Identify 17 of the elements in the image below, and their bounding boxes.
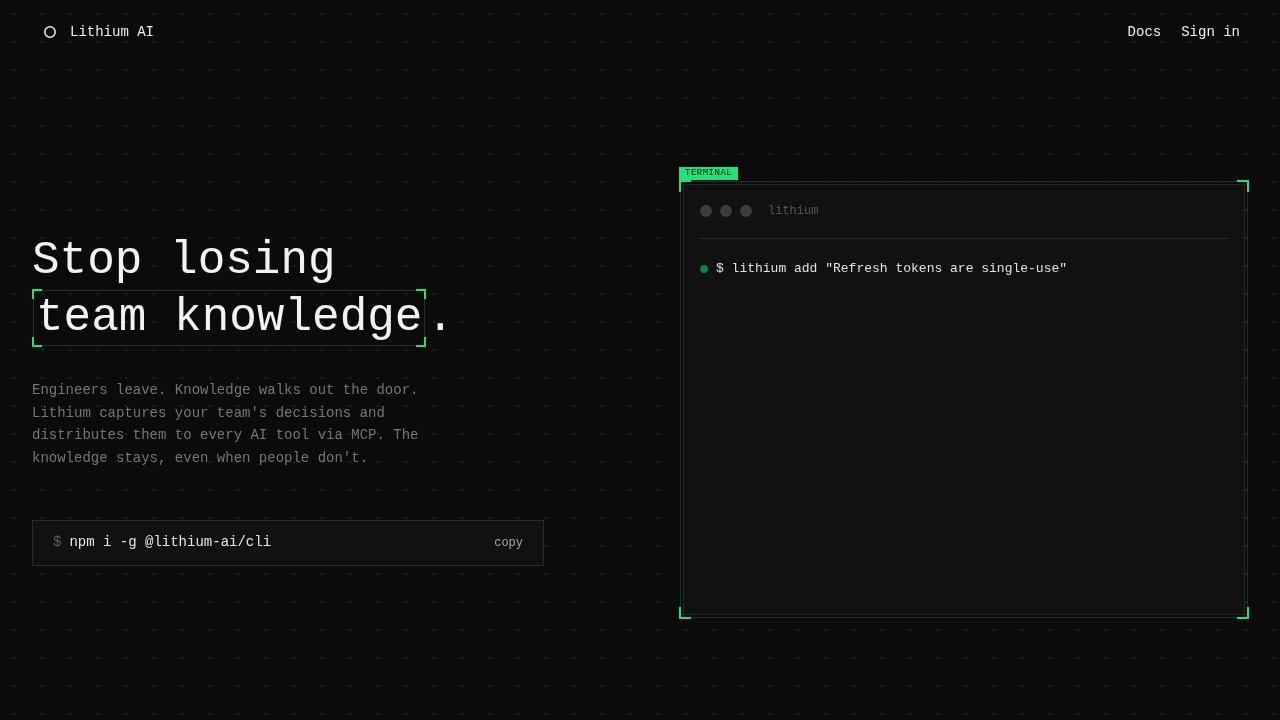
terminal-tag: TERMINAL <box>679 167 739 180</box>
framed-heading-text: team knowledge <box>32 289 427 347</box>
hero-description: Engineers leave. Knowledge walks out the door. Lithium captures your team's decisions and distributes them to every AI tool via MCP. The knowledge stays, even when people don't. <box>32 381 420 469</box>
circle-icon <box>44 26 56 38</box>
copy-button[interactable]: copy <box>494 533 523 552</box>
window-control-icon <box>700 205 712 217</box>
terminal-command: $ lithium add "Refresh tokens are single-use" <box>716 260 1068 278</box>
window-control-icon <box>720 205 732 217</box>
terminal-title: lithium <box>768 203 819 220</box>
nav-link[interactable]: Sign in <box>1181 21 1240 43</box>
window-control-icon <box>740 205 752 217</box>
prompt-sign: $ <box>53 533 62 553</box>
brand-link[interactable]: Lithium AI <box>44 21 154 43</box>
install-command: npm i -g @lithium-ai/cli <box>69 533 272 553</box>
heading-period: . <box>426 291 455 346</box>
nav-link[interactable]: Docs <box>1127 21 1162 43</box>
heading-line: Stop losing <box>32 234 336 289</box>
